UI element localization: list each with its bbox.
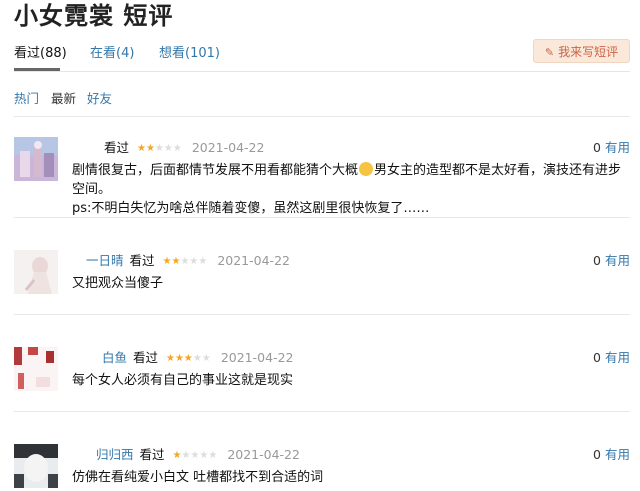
comment-text: 又把观众当傻子 xyxy=(72,276,164,291)
watch-status: 看过 xyxy=(139,447,165,462)
avatar[interactable] xyxy=(14,444,58,488)
rating-stars: ★★★★★ xyxy=(136,143,182,154)
tab-want-to-watch[interactable]: 想看(101) xyxy=(159,42,220,61)
comment-text-part1: 剧情很复古，后面都情节发展不用看都能猜个大概 xyxy=(72,163,359,178)
tabs-divider xyxy=(14,71,630,72)
vote-area: 0 有用 xyxy=(593,250,630,269)
write-review-button[interactable]: ✎ 我来写短评 xyxy=(533,39,630,63)
vote-count: 0 xyxy=(593,253,601,268)
watch-status: 看过 xyxy=(133,350,159,365)
tab-watched[interactable]: 看过(88) xyxy=(14,42,67,61)
page-title: 小女霓裳 短评 xyxy=(14,2,174,30)
watch-status: 看过 xyxy=(103,140,129,155)
tab-watching[interactable]: 在看(4) xyxy=(90,42,134,61)
comment-meta: 白鱼 看过 ★★★★★ 2021-04-22 xyxy=(72,347,294,365)
vote-count: 0 xyxy=(593,447,601,462)
rating-stars: ★★★★★ xyxy=(166,353,211,364)
divider xyxy=(14,411,630,412)
comment-date: 2021-04-22 xyxy=(220,350,294,365)
comment-date: 2021-04-22 xyxy=(191,140,265,155)
comment-meta: 看过 ★★★★★ 2021-04-22 xyxy=(72,137,265,155)
comment-meta: 归归西 看过 ★★★★★ 2021-04-22 xyxy=(72,444,300,462)
divider xyxy=(14,314,630,315)
avatar[interactable] xyxy=(14,137,58,181)
comment-text: 剧情很复古，后面都情节发展不用看都能猜个大概 男女主的造型都不是太好看，演技还有进… xyxy=(72,161,630,218)
useful-button[interactable]: 有用 xyxy=(605,253,630,268)
comment-text-line2: ps:不明白失忆为啥总伴随着变傻，虽然这剧里很快恢复了…… xyxy=(72,201,430,216)
username[interactable]: 白鱼 xyxy=(102,350,127,365)
sort-latest[interactable]: 最新 xyxy=(51,88,76,107)
useful-button[interactable]: 有用 xyxy=(605,350,630,365)
comment-date: 2021-04-22 xyxy=(227,447,300,462)
avatar[interactable] xyxy=(14,250,58,294)
sort-hot[interactable]: 热门 xyxy=(14,88,39,107)
username[interactable]: 一日晴 xyxy=(86,253,124,268)
comment-date: 2021-04-22 xyxy=(217,253,290,268)
vote-count: 0 xyxy=(593,140,601,155)
vote-area: 0 有用 xyxy=(593,444,630,463)
vote-area: 0 有用 xyxy=(593,347,630,366)
divider xyxy=(14,116,630,117)
vote-area: 0 有用 xyxy=(593,137,630,156)
avatar[interactable] xyxy=(14,347,58,391)
write-review-label: 我来写短评 xyxy=(558,45,619,59)
sort-friends[interactable]: 好友 xyxy=(87,88,112,107)
comment-text: 仿佛在看纯爱小白文 吐槽都找不到合适的词 xyxy=(72,470,324,485)
rating-stars: ★★★★★ xyxy=(162,256,208,267)
divider xyxy=(14,217,630,218)
rating-stars: ★★★★★ xyxy=(172,450,218,461)
vote-count: 0 xyxy=(593,350,601,365)
comment-text: 每个女人必须有自己的事业这就是现实 xyxy=(72,373,294,388)
useful-button[interactable]: 有用 xyxy=(605,140,630,155)
watch-status: 看过 xyxy=(129,253,155,268)
useful-button[interactable]: 有用 xyxy=(605,447,630,462)
username[interactable]: 归归西 xyxy=(96,447,134,462)
grinning-face-emoji-icon xyxy=(359,162,374,176)
comment-meta: 一日晴 看过 ★★★★★ 2021-04-22 xyxy=(72,250,290,268)
pencil-icon: ✎ xyxy=(544,46,555,59)
